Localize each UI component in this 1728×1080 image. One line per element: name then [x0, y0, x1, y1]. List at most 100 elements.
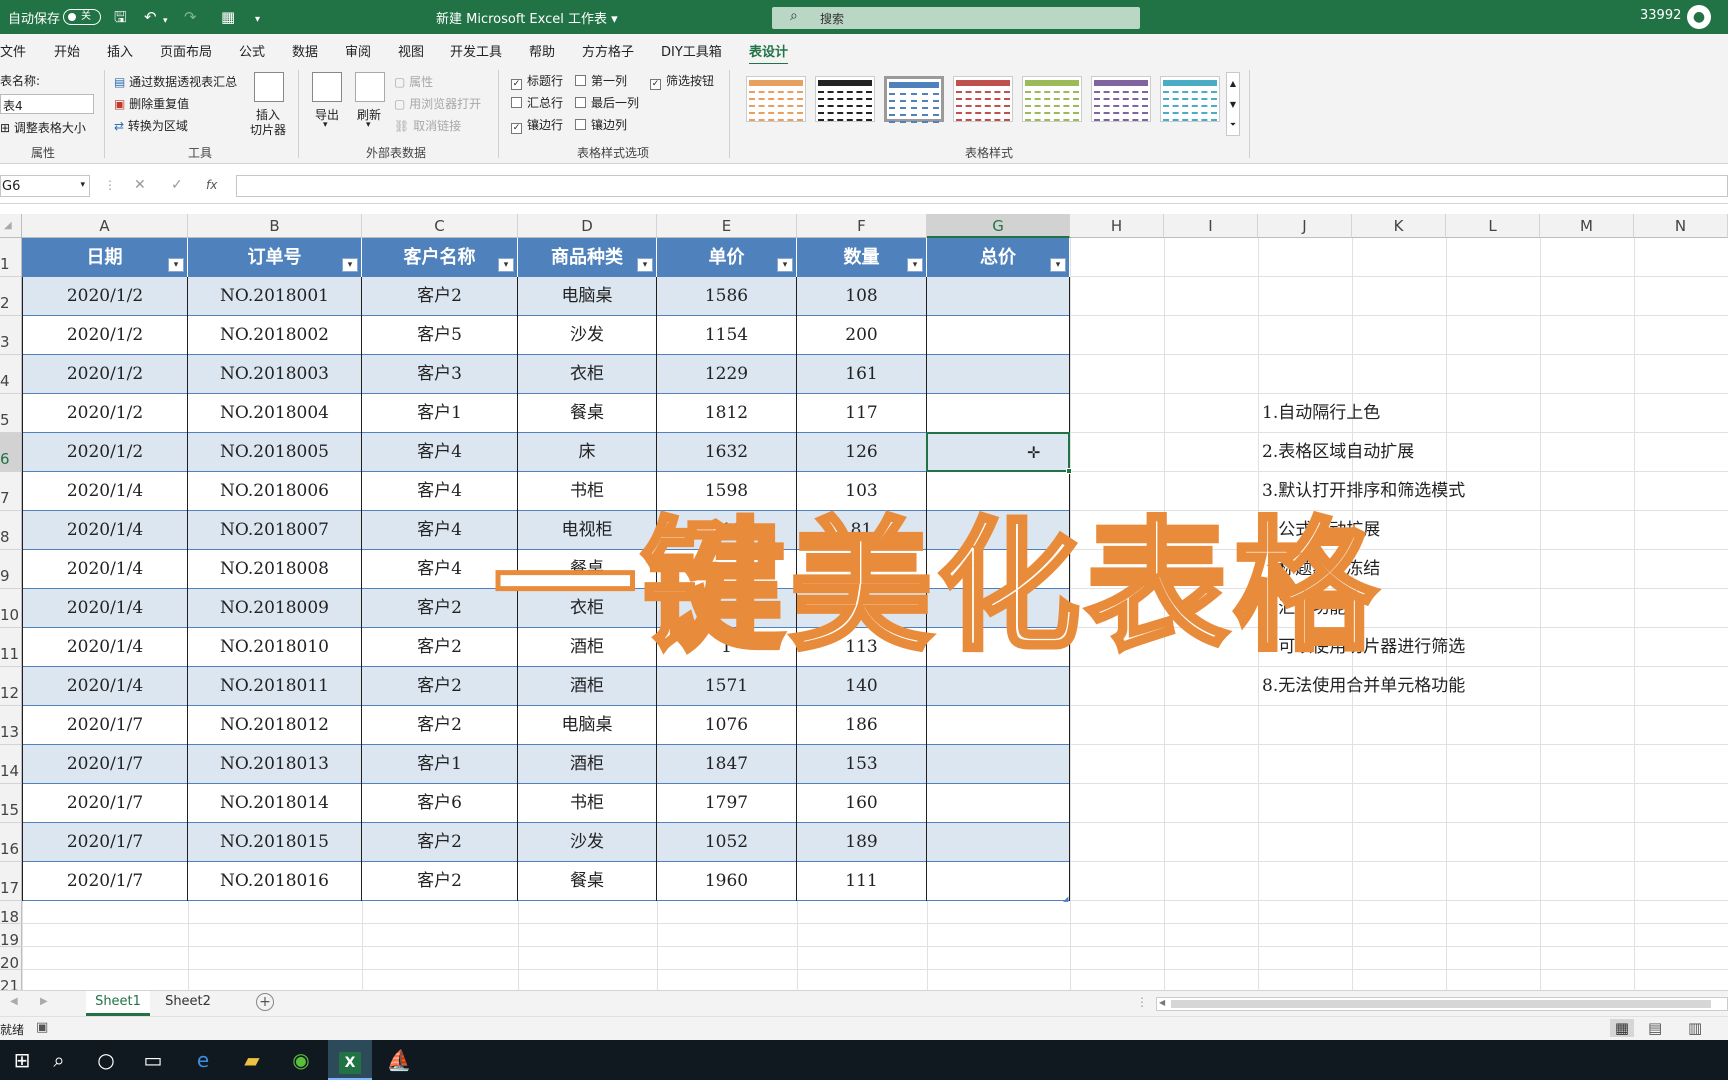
table-cell[interactable]: 189 — [797, 823, 927, 862]
table-cell[interactable]: NO.2018011 — [188, 667, 362, 706]
undo-icon[interactable]: ↶ — [144, 8, 157, 26]
table-cell[interactable]: NO.2018001 — [188, 277, 362, 316]
banded-columns-checkbox[interactable] — [575, 119, 586, 130]
table-cell[interactable]: 1960 — [657, 862, 797, 901]
filter-dropdown-icon[interactable]: ▾ — [777, 258, 793, 272]
table-cell[interactable]: 2020/1/2 — [22, 355, 188, 394]
scrollbar-thumb[interactable] — [1171, 1000, 1711, 1008]
table-cell[interactable] — [927, 316, 1070, 355]
table-cell[interactable]: 2020/1/4 — [22, 511, 188, 550]
row-header[interactable]: 17 — [0, 862, 22, 901]
selected-cell[interactable] — [926, 432, 1070, 472]
table-header-cell[interactable]: 客户名称 — [362, 238, 518, 277]
table-cell[interactable]: NO.2018007 — [188, 511, 362, 550]
table-cell[interactable]: 2020/1/2 — [22, 394, 188, 433]
gallery-down-icon[interactable]: ▼ — [1227, 94, 1239, 115]
browser-icon[interactable]: ◉ — [279, 1040, 323, 1080]
last-column-checkbox[interactable] — [575, 97, 586, 108]
column-header[interactable]: J — [1258, 214, 1352, 238]
table-cell[interactable]: 2020/1/7 — [22, 862, 188, 901]
table-cell[interactable]: 111 — [797, 862, 927, 901]
table-cell[interactable]: NO.2018004 — [188, 394, 362, 433]
row-header[interactable]: 15 — [0, 784, 22, 823]
filter-dropdown-icon[interactable]: ▾ — [168, 258, 184, 272]
table-cell[interactable]: NO.2018003 — [188, 355, 362, 394]
table-cell[interactable]: 客户2 — [362, 667, 518, 706]
table-cell[interactable]: 酒柜 — [518, 745, 657, 784]
scroll-left-icon[interactable]: ◀ — [1159, 998, 1165, 1007]
next-sheet-icon[interactable]: ▶ — [40, 996, 48, 1007]
filter-dropdown-icon[interactable]: ▾ — [342, 258, 358, 272]
table-style-swatch[interactable] — [884, 76, 944, 123]
column-header[interactable]: K — [1352, 214, 1446, 238]
last-column-option[interactable]: 最后一列 — [575, 94, 639, 111]
column-header[interactable]: B — [188, 214, 362, 238]
name-box[interactable]: G6 ▾ — [0, 175, 90, 197]
row-header[interactable]: 6 — [0, 433, 22, 472]
table-cell[interactable]: NO.2018009 — [188, 589, 362, 628]
table-cell[interactable]: 沙发 — [518, 316, 657, 355]
fx-icon[interactable]: fx — [206, 178, 217, 192]
horizontal-scrollbar[interactable]: ◀ — [1156, 997, 1728, 1011]
filter-dropdown-icon[interactable]: ▾ — [907, 258, 923, 272]
table-cell[interactable]: 客户3 — [362, 355, 518, 394]
table-cell[interactable]: NO.2018010 — [188, 628, 362, 667]
table-cell[interactable]: 1632 — [657, 433, 797, 472]
cancel-icon[interactable]: ✕ — [134, 177, 146, 193]
page-break-view-icon[interactable]: ▥ — [1688, 1019, 1702, 1037]
gallery-more-icon[interactable]: ⏷ — [1227, 115, 1239, 135]
table-cell[interactable]: NO.2018005 — [188, 433, 362, 472]
table-cell[interactable]: 2020/1/4 — [22, 589, 188, 628]
prev-sheet-icon[interactable]: ◀ — [10, 996, 18, 1007]
fill-handle[interactable] — [1066, 468, 1072, 474]
table-cell[interactable] — [927, 745, 1070, 784]
table-cell[interactable]: 200 — [797, 316, 927, 355]
table-resize-handle[interactable]: ◢ — [1063, 895, 1068, 903]
insert-slicer-label-2[interactable]: 切片器 — [250, 121, 286, 138]
filter-dropdown-icon[interactable]: ▾ — [1050, 258, 1066, 272]
table-cell[interactable] — [927, 823, 1070, 862]
table-cell[interactable]: 客户2 — [362, 706, 518, 745]
filter-button-checkbox[interactable]: ✓ — [650, 79, 661, 90]
table-cell[interactable]: 2020/1/2 — [22, 277, 188, 316]
tab-page-layout[interactable]: 页面布局 — [160, 41, 212, 60]
banded-rows-option[interactable]: ✓ 镶边行 — [511, 116, 563, 134]
row-header[interactable]: 4 — [0, 355, 22, 394]
autosave-toggle[interactable]: 关 — [63, 9, 101, 25]
table-cell[interactable]: 2020/1/4 — [22, 550, 188, 589]
table-cell[interactable]: 沙发 — [518, 823, 657, 862]
table-cell[interactable]: 1797 — [657, 784, 797, 823]
table-cell[interactable]: 2020/1/4 — [22, 472, 188, 511]
select-all-button[interactable]: ◢ — [0, 214, 22, 238]
table-cell[interactable]: 1847 — [657, 745, 797, 784]
export-dropdown-icon[interactable]: ▾ — [323, 120, 328, 130]
tab-formulas[interactable]: 公式 — [239, 41, 265, 60]
table-cell[interactable]: 1076 — [657, 706, 797, 745]
table-cell[interactable]: 2020/1/7 — [22, 823, 188, 862]
header-row-checkbox[interactable]: ✓ — [511, 79, 522, 90]
header-row-option[interactable]: ✓ 标题行 — [511, 72, 563, 90]
table-style-swatch[interactable] — [1091, 76, 1151, 122]
row-header[interactable]: 9 — [0, 550, 22, 589]
sheet-tab-sheet1[interactable]: Sheet1 — [86, 991, 150, 1016]
tab-help[interactable]: 帮助 — [529, 41, 555, 60]
total-row-checkbox[interactable] — [511, 97, 522, 108]
table-cell[interactable] — [927, 706, 1070, 745]
table-style-swatch[interactable] — [746, 76, 806, 122]
search-icon[interactable]: ⌕ — [37, 1040, 81, 1080]
table-cell[interactable]: 客户1 — [362, 745, 518, 784]
table-cell[interactable]: NO.2018006 — [188, 472, 362, 511]
add-sheet-icon[interactable]: + — [256, 993, 274, 1011]
tab-data[interactable]: 数据 — [292, 41, 318, 60]
column-header[interactable]: N — [1634, 214, 1728, 238]
table-cell[interactable]: 2020/1/7 — [22, 745, 188, 784]
table-cell[interactable]: 161 — [797, 355, 927, 394]
first-column-option[interactable]: 第一列 — [575, 72, 627, 89]
excel-icon[interactable]: X — [328, 1040, 372, 1080]
table-cell[interactable]: 客户2 — [362, 277, 518, 316]
table-cell[interactable]: 衣柜 — [518, 355, 657, 394]
app-icon[interactable]: ⛵ — [377, 1040, 421, 1080]
table-cell[interactable]: 1812 — [657, 394, 797, 433]
table-style-swatch[interactable] — [815, 76, 875, 122]
formula-input[interactable] — [236, 175, 1728, 197]
